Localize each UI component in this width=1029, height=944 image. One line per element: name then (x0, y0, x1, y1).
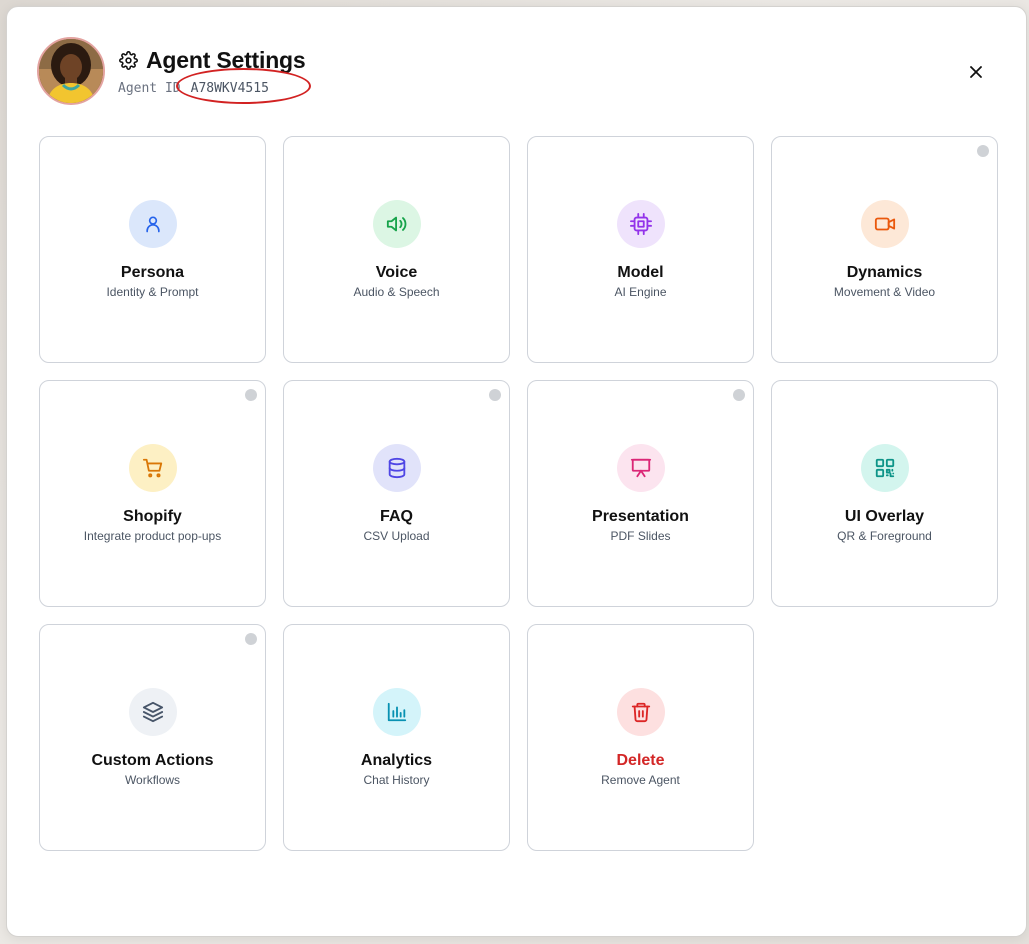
status-dot (245, 389, 257, 401)
speaker-icon (386, 216, 406, 232)
card-sublabel: Remove Agent (601, 773, 680, 787)
card-presentation[interactable]: Presentation PDF Slides (527, 380, 754, 607)
agent-id-value: A78WKV4515 (175, 68, 311, 104)
card-sublabel: CSV Upload (363, 529, 430, 543)
card-sublabel: Identity & Prompt (106, 285, 199, 299)
card-sublabel: AI Engine (614, 285, 667, 299)
card-sublabel: Movement & Video (833, 285, 936, 299)
status-dot (489, 389, 501, 401)
layers-icon (142, 701, 163, 723)
close-button[interactable] (963, 59, 989, 85)
presentation-icon-badge (616, 444, 665, 492)
card-sublabel: Audio & Speech (353, 285, 440, 299)
cpu-icon (629, 213, 652, 235)
agent-id-row: Agent ID A78WKV4515 (118, 68, 311, 104)
card-model[interactable]: Model AI Engine (527, 136, 754, 363)
card-ui-overlay[interactable]: UI Overlay QR & Foreground (771, 380, 998, 607)
close-icon (970, 66, 982, 78)
voice-icon-badge (372, 200, 421, 248)
video-camera-icon (874, 217, 895, 231)
card-sublabel: PDF Slides (610, 529, 671, 543)
delete-icon-badge (616, 688, 665, 736)
card-sublabel: Workflows (124, 773, 181, 787)
card-label: Voice (375, 264, 418, 281)
page-title: Agent Settings (146, 46, 306, 73)
card-label: Presentation (592, 508, 689, 525)
card-shopify[interactable]: Shopify Integrate product pop-ups (39, 380, 266, 607)
analytics-icon-badge (372, 688, 421, 736)
card-sublabel: QR & Foreground (837, 529, 932, 543)
card-label: UI Overlay (844, 508, 925, 525)
agent-settings-modal: Agent Settings Agent ID A78WKV4515 Perso… (6, 6, 1027, 937)
card-voice[interactable]: Voice Audio & Speech (283, 136, 510, 363)
dynamics-icon-badge (860, 200, 909, 248)
ui-overlay-icon-badge (860, 444, 909, 492)
qr-code-icon (875, 458, 894, 478)
card-label: Shopify (123, 508, 182, 525)
status-dot (733, 389, 745, 401)
custom-actions-icon-badge (128, 688, 177, 736)
agent-id-text: A78WKV4515 (190, 81, 269, 96)
card-persona[interactable]: Persona Identity & Prompt (39, 136, 266, 363)
card-label: Model (617, 264, 664, 281)
database-icon (388, 457, 405, 479)
settings-grid: Persona Identity & Prompt Voice Audio & … (39, 136, 998, 851)
card-dynamics[interactable]: Dynamics Movement & Video (771, 136, 998, 363)
card-analytics[interactable]: Analytics Chat History (283, 624, 510, 851)
bar-chart-icon (387, 702, 406, 722)
card-delete[interactable]: Delete Remove Agent (527, 624, 754, 851)
card-label: Persona (120, 264, 185, 281)
shopping-cart-icon (142, 458, 162, 478)
card-sublabel: Chat History (363, 773, 430, 787)
title-row: Agent Settings (118, 45, 306, 75)
card-label: Analytics (360, 752, 433, 769)
card-faq[interactable]: FAQ CSV Upload (283, 380, 510, 607)
status-dot (245, 633, 257, 645)
card-label: FAQ (380, 508, 413, 525)
agent-id-label: Agent ID (118, 81, 181, 96)
faq-icon-badge (372, 444, 421, 492)
card-sublabel: Integrate product pop-ups (83, 529, 222, 543)
persona-icon-badge (128, 200, 177, 248)
user-icon (145, 216, 160, 233)
card-label: Custom Actions (91, 752, 214, 769)
gear-icon (118, 50, 138, 70)
presentation-icon (630, 458, 651, 478)
shopify-icon-badge (128, 444, 177, 492)
card-custom-actions[interactable]: Custom Actions Workflows (39, 624, 266, 851)
card-label: Delete (616, 752, 665, 769)
trash-icon (631, 702, 650, 723)
model-icon-badge (616, 200, 665, 248)
card-label: Dynamics (846, 264, 923, 281)
status-dot (977, 145, 989, 157)
agent-avatar (37, 37, 105, 105)
